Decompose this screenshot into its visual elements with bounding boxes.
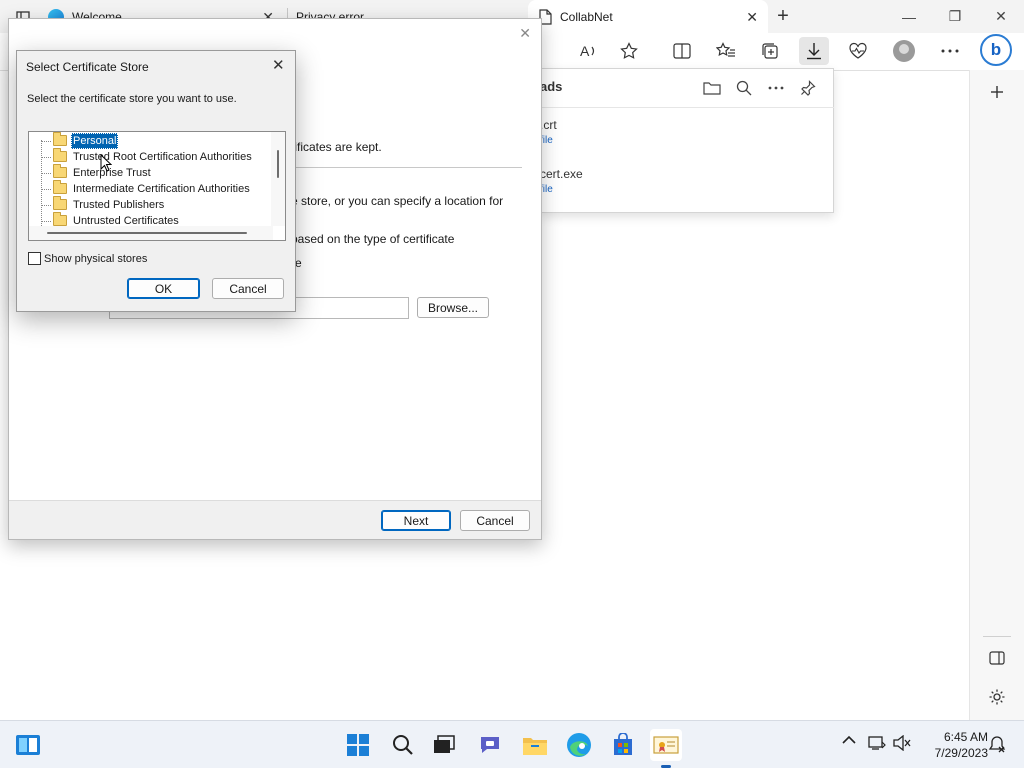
select-certificate-store-dialog: Select Certificate Store ✕ Select the ce…	[16, 50, 296, 312]
open-file-link[interactable]: file	[540, 184, 583, 195]
bing-copilot-icon[interactable]: b	[980, 34, 1012, 66]
network-icon[interactable]	[868, 735, 886, 751]
folder-icon	[53, 212, 67, 226]
cancel-button[interactable]: Cancel	[212, 278, 284, 299]
avatar	[893, 40, 915, 62]
more-icon[interactable]	[935, 37, 965, 65]
certificate-manager-icon[interactable]	[650, 729, 682, 761]
settings-icon[interactable]	[985, 685, 1009, 709]
open-folder-icon[interactable]	[702, 78, 722, 98]
dialog-prompt: Select the certificate store you want to…	[27, 93, 237, 105]
wizard-footer: Next Cancel	[9, 500, 541, 539]
profile-icon[interactable]	[889, 37, 919, 65]
folder-icon	[53, 132, 67, 146]
open-file-link[interactable]: file	[540, 135, 557, 146]
search-icon[interactable]	[387, 729, 419, 761]
pin-icon[interactable]	[798, 78, 818, 98]
tab-collabnet[interactable]: CollabNet ✕	[528, 0, 768, 33]
add-icon[interactable]	[985, 80, 1009, 104]
clock[interactable]: 6:45 AM 7/29/2023	[916, 729, 988, 761]
health-icon[interactable]	[843, 37, 873, 65]
file-explorer-icon[interactable]	[519, 729, 551, 761]
window-controls: — ❐ ✕	[886, 0, 1024, 33]
divider	[540, 107, 834, 108]
teams-chat-icon[interactable]	[474, 729, 506, 761]
browse-button[interactable]: Browse...	[417, 297, 489, 318]
wizard-text: e store, or you can specify a location f…	[291, 194, 504, 208]
svg-text:A: A	[580, 43, 590, 59]
edge-icon[interactable]	[563, 729, 595, 761]
tree-item-label: Intermediate Certification Authorities	[73, 183, 250, 195]
store-icon[interactable]	[607, 729, 639, 761]
start-icon[interactable]	[342, 729, 374, 761]
download-filename: cert.exe	[540, 167, 583, 181]
folder-icon	[53, 148, 67, 162]
download-item[interactable]: .crt file	[540, 118, 557, 146]
favorite-star-icon[interactable]	[614, 37, 644, 65]
scrollbar-thumb[interactable]	[277, 150, 279, 178]
sidebar-divider	[983, 636, 1011, 637]
mouse-cursor-icon	[100, 154, 112, 172]
downloads-icon[interactable]	[799, 37, 829, 65]
cancel-button[interactable]: Cancel	[460, 510, 530, 531]
close-icon[interactable]: ✕	[746, 9, 758, 26]
tree-item-label: Trusted Root Certification Authorities	[73, 151, 252, 163]
taskbar: 6:45 AM 7/29/2023	[0, 720, 1024, 768]
chevron-up-icon[interactable]	[842, 735, 856, 745]
show-hidden-icons[interactable]	[842, 735, 856, 745]
folder-icon	[53, 164, 67, 178]
tree-item-label: Personal	[71, 133, 119, 149]
certificate-store-tree[interactable]: Personal Trusted Root Certification Auth…	[28, 131, 286, 241]
dialog-title: Select Certificate Store	[26, 60, 149, 74]
ok-button[interactable]: OK	[127, 278, 200, 299]
tree-item-label: Trusted Publishers	[73, 199, 165, 211]
folder-icon	[53, 180, 67, 194]
close-icon[interactable]: ✕	[519, 25, 531, 42]
downloads-actions	[702, 78, 818, 98]
wizard-text: based on the type of certificate	[291, 232, 455, 246]
search-icon[interactable]	[734, 78, 754, 98]
clock-time: 6:45 AM	[943, 730, 988, 744]
download-item[interactable]: cert.exe file	[540, 167, 583, 195]
new-tab-button[interactable]: +	[771, 5, 795, 29]
folder-icon	[53, 196, 67, 210]
horizontal-scrollbar[interactable]	[29, 226, 273, 240]
widgets-icon[interactable]	[12, 729, 44, 761]
downloads-panel: ads .crt file cert.exe file	[540, 68, 834, 213]
collections-icon[interactable]	[755, 37, 785, 65]
split-screen-icon[interactable]	[667, 37, 697, 65]
volume-muted-icon[interactable]	[893, 735, 911, 751]
close-window-icon[interactable]: ✕	[978, 8, 1024, 25]
next-button[interactable]: Next	[381, 510, 451, 531]
read-aloud-icon[interactable]: A	[574, 37, 604, 65]
notifications-icon[interactable]	[988, 735, 1006, 753]
wizard-text: tificates are kept.	[291, 140, 382, 154]
favorites-icon[interactable]	[711, 37, 741, 65]
tab-label: CollabNet	[560, 9, 613, 24]
show-physical-stores-checkbox[interactable]: Show physical stores	[28, 252, 147, 265]
browser-sidebar	[969, 70, 1024, 720]
task-view-icon[interactable]	[428, 729, 460, 761]
clock-date: 7/29/2023	[934, 746, 988, 760]
restore-icon[interactable]: ❐	[932, 8, 978, 25]
scrollbar-thumb[interactable]	[47, 232, 247, 234]
sidebar-toggle-icon[interactable]	[985, 646, 1009, 670]
checkbox-box[interactable]	[28, 252, 41, 265]
vertical-scrollbar[interactable]	[271, 132, 285, 226]
minimize-icon[interactable]: —	[886, 9, 932, 25]
more-options-icon[interactable]	[766, 78, 786, 98]
download-filename: .crt	[540, 118, 557, 132]
checkbox-label: Show physical stores	[44, 252, 148, 265]
close-icon[interactable]: ✕	[272, 56, 285, 74]
downloads-title: ads	[540, 79, 563, 94]
